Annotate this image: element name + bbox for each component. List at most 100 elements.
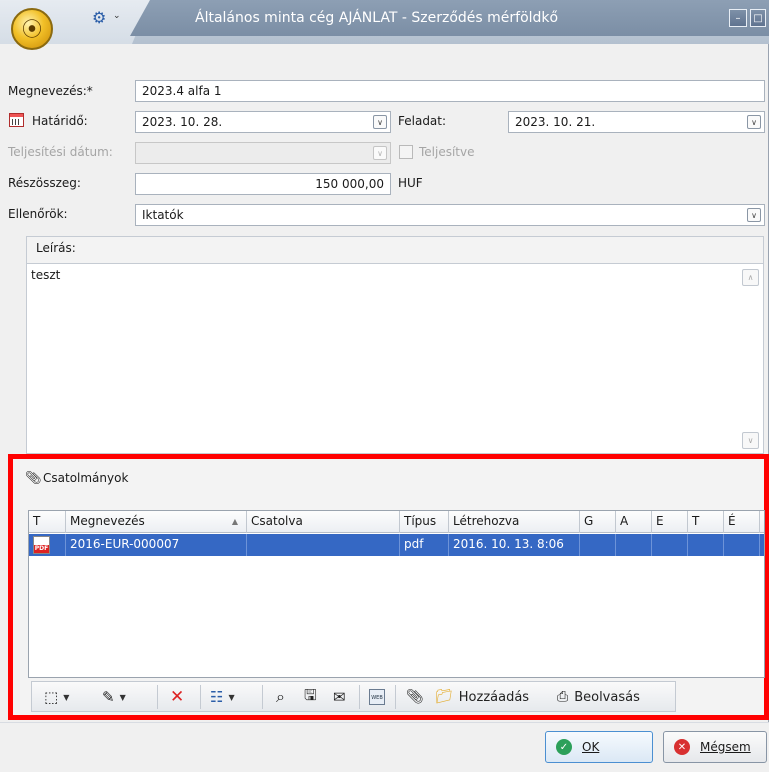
row-e-accent-cell: [724, 534, 760, 556]
table-row[interactable]: PDF 2016-EUR-000007 pdf 2016. 10. 13. 8:…: [29, 534, 764, 556]
email-button[interactable]: ✉: [333, 686, 346, 708]
search-button[interactable]: ⌕: [276, 686, 285, 708]
paperclip-icon: 📎︎: [406, 689, 424, 705]
chevron-down-icon[interactable]: ▼: [120, 693, 126, 702]
row-e-cell: [652, 534, 688, 556]
currency-label: HUF: [398, 176, 423, 190]
completion-date-label: Teljesítési dátum:: [8, 145, 113, 159]
row-name-cell: 2016-EUR-000007: [66, 534, 247, 556]
search-icon: ⌕: [276, 687, 285, 706]
toolbar-separator: [157, 685, 158, 709]
app-logo-icon: ⦿: [22, 17, 42, 41]
completed-label: Teljesítve: [419, 145, 475, 159]
name-label: Megnevezés:*: [8, 84, 93, 98]
edit-button[interactable]: ✎ ▼: [102, 686, 126, 708]
add-label: Hozzáadás: [458, 689, 530, 705]
completion-date-dropdown-icon[interactable]: ∨: [373, 146, 387, 160]
grid-filter-icon: ☷: [210, 688, 224, 706]
column-header-a[interactable]: A: [616, 511, 652, 533]
attachments-grid[interactable]: T Megnevezés ▲ Csatolva Típus Létrehozva…: [28, 510, 765, 678]
scroll-down-button[interactable]: ∨: [742, 432, 759, 449]
controllers-field[interactable]: Iktatók ∨: [135, 204, 765, 226]
web-button[interactable]: WEB: [369, 686, 385, 708]
chevron-down-icon[interactable]: ⌄: [113, 11, 121, 21]
check-icon: ✓: [556, 739, 572, 755]
deadline-field[interactable]: 2023. 10. 28. ∨: [135, 111, 391, 133]
title-bar: ⦿ ⚙ ⌄ Általános minta cég AJÁNLAT - Szer…: [0, 0, 769, 50]
attachments-panel: 📎︎ Csatolmányok T Megnevezés ▲ Csatolva …: [8, 454, 769, 720]
row-attached-cell: [247, 534, 400, 556]
description-caption: Leírás:: [36, 241, 76, 255]
close-icon: ✕: [674, 739, 690, 755]
new-button[interactable]: ⬚ ▼: [44, 686, 69, 708]
amount-field[interactable]: 150 000,00: [135, 173, 391, 195]
ok-label: OK: [582, 740, 600, 754]
name-field[interactable]: 2023.4 alfa 1: [135, 80, 765, 102]
ok-button[interactable]: ✓ OK: [545, 731, 653, 763]
dialog-window: ⦿ ⚙ ⌄ Általános minta cég AJÁNLAT - Szer…: [0, 0, 769, 772]
window-title: Általános minta cég AJÁNLAT - Szerződés …: [195, 10, 559, 26]
filter-button[interactable]: ☷ ▼: [210, 686, 235, 708]
dialog-button-bar: ✓ OK ✕ Mégsem: [0, 722, 769, 772]
deadline-value: 2023. 10. 28.: [142, 115, 223, 129]
task-label: Feladat:: [398, 114, 447, 128]
description-text: teszt: [31, 268, 61, 282]
column-header-attached[interactable]: Csatolva: [247, 511, 400, 533]
minimize-button[interactable]: –: [729, 9, 747, 27]
grid-header: T Megnevezés ▲ Csatolva Típus Létrehozva…: [29, 511, 764, 533]
save-button[interactable]: 🖫︎: [304, 686, 317, 708]
row-filetype-cell: pdf: [400, 534, 449, 556]
new-document-icon: ⬚: [44, 688, 59, 706]
scanner-icon: ⎙: [557, 689, 569, 705]
envelope-icon: ✉: [333, 688, 346, 706]
toolbar-separator: [395, 685, 396, 709]
attach-button[interactable]: 📎︎: [406, 686, 424, 708]
edit-document-icon: ✎: [102, 688, 115, 706]
web-icon: WEB: [369, 689, 385, 705]
chevron-down-icon[interactable]: ▼: [63, 693, 69, 702]
toolbar-separator: [262, 685, 263, 709]
column-header-type[interactable]: T: [29, 511, 66, 533]
row-a-cell: [616, 534, 652, 556]
attachments-caption: Csatolmányok: [43, 471, 129, 485]
chevron-down-icon[interactable]: ▼: [228, 693, 234, 702]
column-header-created[interactable]: Létrehozva: [449, 511, 580, 533]
deadline-dropdown-icon[interactable]: ∨: [373, 115, 387, 129]
gear-icon[interactable]: ⚙: [92, 8, 106, 27]
task-field[interactable]: 2023. 10. 21. ∨: [508, 111, 765, 133]
pdf-file-icon: PDF: [33, 536, 50, 554]
cancel-label: Mégsem: [700, 740, 751, 754]
column-header-filetype[interactable]: Típus: [400, 511, 449, 533]
controllers-value: Iktatók: [142, 208, 184, 222]
save-icon: 🖫︎: [304, 685, 317, 704]
maximize-button[interactable]: □: [750, 9, 766, 27]
column-header-t[interactable]: T: [688, 511, 724, 533]
column-header-e[interactable]: E: [652, 511, 688, 533]
task-dropdown-icon[interactable]: ∨: [747, 115, 761, 129]
app-menu-button[interactable]: ⦿: [11, 8, 53, 50]
description-textarea[interactable]: teszt ∧ ∨: [27, 263, 763, 453]
add-button[interactable]: 📁︎ Hozzáadás: [435, 686, 529, 708]
column-header-g[interactable]: G: [580, 511, 616, 533]
folder-icon: 📁︎: [435, 689, 453, 705]
controllers-dropdown-icon[interactable]: ∨: [747, 208, 761, 222]
paperclip-icon: 📎︎: [25, 471, 42, 486]
row-type-cell: PDF: [29, 534, 66, 556]
column-header-e-accent[interactable]: É: [724, 511, 760, 533]
amount-label: Részösszeg:: [8, 176, 81, 190]
toolbar-separator: [200, 685, 201, 709]
cancel-button[interactable]: ✕ Mégsem: [663, 731, 767, 763]
sort-ascending-icon: ▲: [231, 517, 238, 526]
delete-button[interactable]: ✕: [170, 686, 184, 708]
deadline-label: Határidő:: [32, 114, 88, 128]
row-t-cell: [688, 534, 724, 556]
column-header-name[interactable]: Megnevezés ▲: [66, 511, 247, 533]
delete-icon: ✕: [170, 687, 185, 707]
scan-label: Beolvasás: [574, 689, 640, 705]
calendar-icon: [9, 113, 24, 127]
completed-checkbox[interactable]: [399, 145, 413, 159]
scan-button[interactable]: ⎙ Beolvasás: [557, 686, 640, 708]
scroll-up-button[interactable]: ∧: [742, 269, 759, 286]
controllers-label: Ellenőrök:: [8, 207, 68, 221]
completion-date-field[interactable]: ∨: [135, 142, 391, 164]
